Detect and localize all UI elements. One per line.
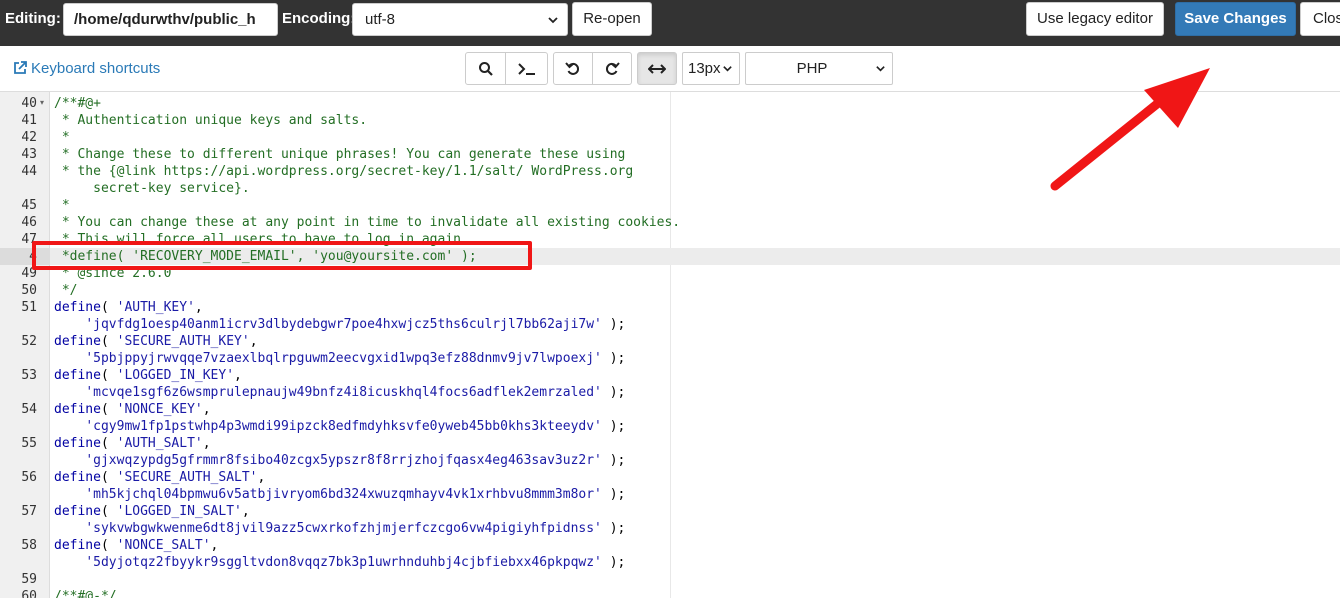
line-number: 43	[21, 147, 37, 162]
encoding-value: utf-8	[365, 11, 396, 28]
line-number: 44	[21, 164, 37, 179]
code-line: '5pbjppyjrwvqqe7vzaexlbqlrpguwm2eecvgxid…	[85, 351, 626, 366]
language-select[interactable]: PHP	[745, 52, 893, 85]
code-line: 'sykvwbgwkwenme6dt8jvil9azz5cwxrkofzhjmj…	[85, 521, 626, 536]
encoding-select[interactable]: utf-8	[352, 3, 568, 36]
line-number: 51	[21, 300, 37, 315]
keyboard-shortcuts-label: Keyboard shortcuts	[31, 60, 161, 77]
code-line: secret-key service}.	[54, 181, 250, 196]
code-line: define( 'LOGGED_IN_SALT',	[54, 504, 250, 519]
file-path-field[interactable]: /home/qdurwthv/public_h	[63, 3, 278, 36]
code-line: * Change these to different unique phras…	[54, 147, 626, 162]
line-number: 59	[21, 572, 37, 587]
encoding-label: Encoding:	[282, 10, 356, 27]
line-number: 54	[21, 402, 37, 417]
font-size-value: 13px	[688, 60, 721, 77]
save-changes-button[interactable]: Save Changes	[1175, 2, 1296, 36]
search-icon	[478, 61, 493, 76]
code-line: *	[54, 198, 70, 213]
line-number: 46	[21, 215, 37, 230]
code-line: 'gjxwqzypdg5gfrmmr8fsibo40zcgx5ypszr8f8r…	[85, 453, 626, 468]
chevron-down-icon	[548, 17, 558, 24]
code-line: define( 'AUTH_KEY',	[54, 300, 203, 315]
code-line: define( 'LOGGED_IN_KEY',	[54, 368, 242, 383]
code-line: 'jqvfdg1oesp40anm1icrv3dlbydebgwr7poe4hx…	[85, 317, 626, 332]
code-line: define( 'SECURE_AUTH_SALT',	[54, 470, 266, 485]
code-line: define( 'NONCE_KEY',	[54, 402, 211, 417]
line-number: 50	[21, 283, 37, 298]
chevron-down-icon	[723, 66, 732, 72]
word-wrap-toggle[interactable]	[637, 52, 677, 85]
line-number: 58	[21, 538, 37, 553]
line-number: 53	[21, 368, 37, 383]
line-number: 57	[21, 504, 37, 519]
search-button[interactable]	[465, 52, 506, 85]
arrow-annotation-icon	[1050, 68, 1210, 191]
font-size-select[interactable]: 13px	[682, 52, 740, 85]
code-line: * the {@link https://api.wordpress.org/s…	[54, 164, 634, 179]
code-line: define( 'NONCE_SALT',	[54, 538, 219, 553]
undo-icon	[565, 61, 580, 75]
legacy-editor-button[interactable]: Use legacy editor	[1026, 2, 1164, 36]
code-line: '5dyjotqz2fbyykr9sggltvdon8vqqz7bk3p1uwr…	[85, 555, 626, 570]
keyboard-shortcuts-link[interactable]: Keyboard shortcuts	[13, 60, 160, 77]
code-line: */	[54, 283, 78, 298]
line-number: 41	[21, 113, 37, 128]
undo-button[interactable]	[553, 52, 593, 85]
wrap-toggle-icon	[648, 63, 666, 74]
editing-label: Editing:	[5, 10, 61, 27]
fold-arrow-icon[interactable]: ▾	[40, 98, 44, 107]
code-line: /**#@+	[54, 96, 101, 111]
line-number: 56	[21, 470, 37, 485]
external-link-icon	[14, 61, 27, 74]
editor-header: Editing: /home/qdurwthv/public_h Encodin…	[0, 0, 1340, 46]
line-number: 60	[21, 589, 37, 598]
reopen-button[interactable]: Re-open	[572, 2, 652, 36]
code-line: define( 'AUTH_SALT',	[54, 436, 211, 451]
code-line: define( 'SECURE_AUTH_KEY',	[54, 334, 258, 349]
highlight-annotation-box	[32, 241, 532, 270]
line-number: 52	[21, 334, 37, 349]
code-line: 'cgy9mw1fp1pstwhp4p3wmdi99ipzck8edfmdyhk…	[85, 419, 626, 434]
print-margin	[670, 92, 671, 598]
line-number: 40	[21, 96, 37, 111]
code-line: * You can change these at any point in t…	[54, 215, 681, 230]
code-line: /**#@-*/	[54, 589, 117, 598]
language-value: PHP	[796, 60, 828, 77]
line-number: 55	[21, 436, 37, 451]
code-line: 'mh5kjchql04bpmwu6v5atbjivryom6bd324xwuz…	[85, 487, 626, 502]
close-button[interactable]: Clos	[1300, 2, 1340, 36]
terminal-icon	[517, 62, 535, 75]
code-line: *	[54, 130, 70, 145]
code-line: 'mcvqe1sgf6z6wsmprulepnaujw49bnfz4i8icus…	[85, 385, 626, 400]
line-number: 45	[21, 198, 37, 213]
line-number: 42	[21, 130, 37, 145]
code-line: * Authentication unique keys and salts.	[54, 113, 368, 128]
redo-button[interactable]	[592, 52, 632, 85]
redo-icon	[605, 61, 620, 75]
terminal-button[interactable]	[505, 52, 548, 85]
chevron-down-icon	[876, 66, 885, 72]
